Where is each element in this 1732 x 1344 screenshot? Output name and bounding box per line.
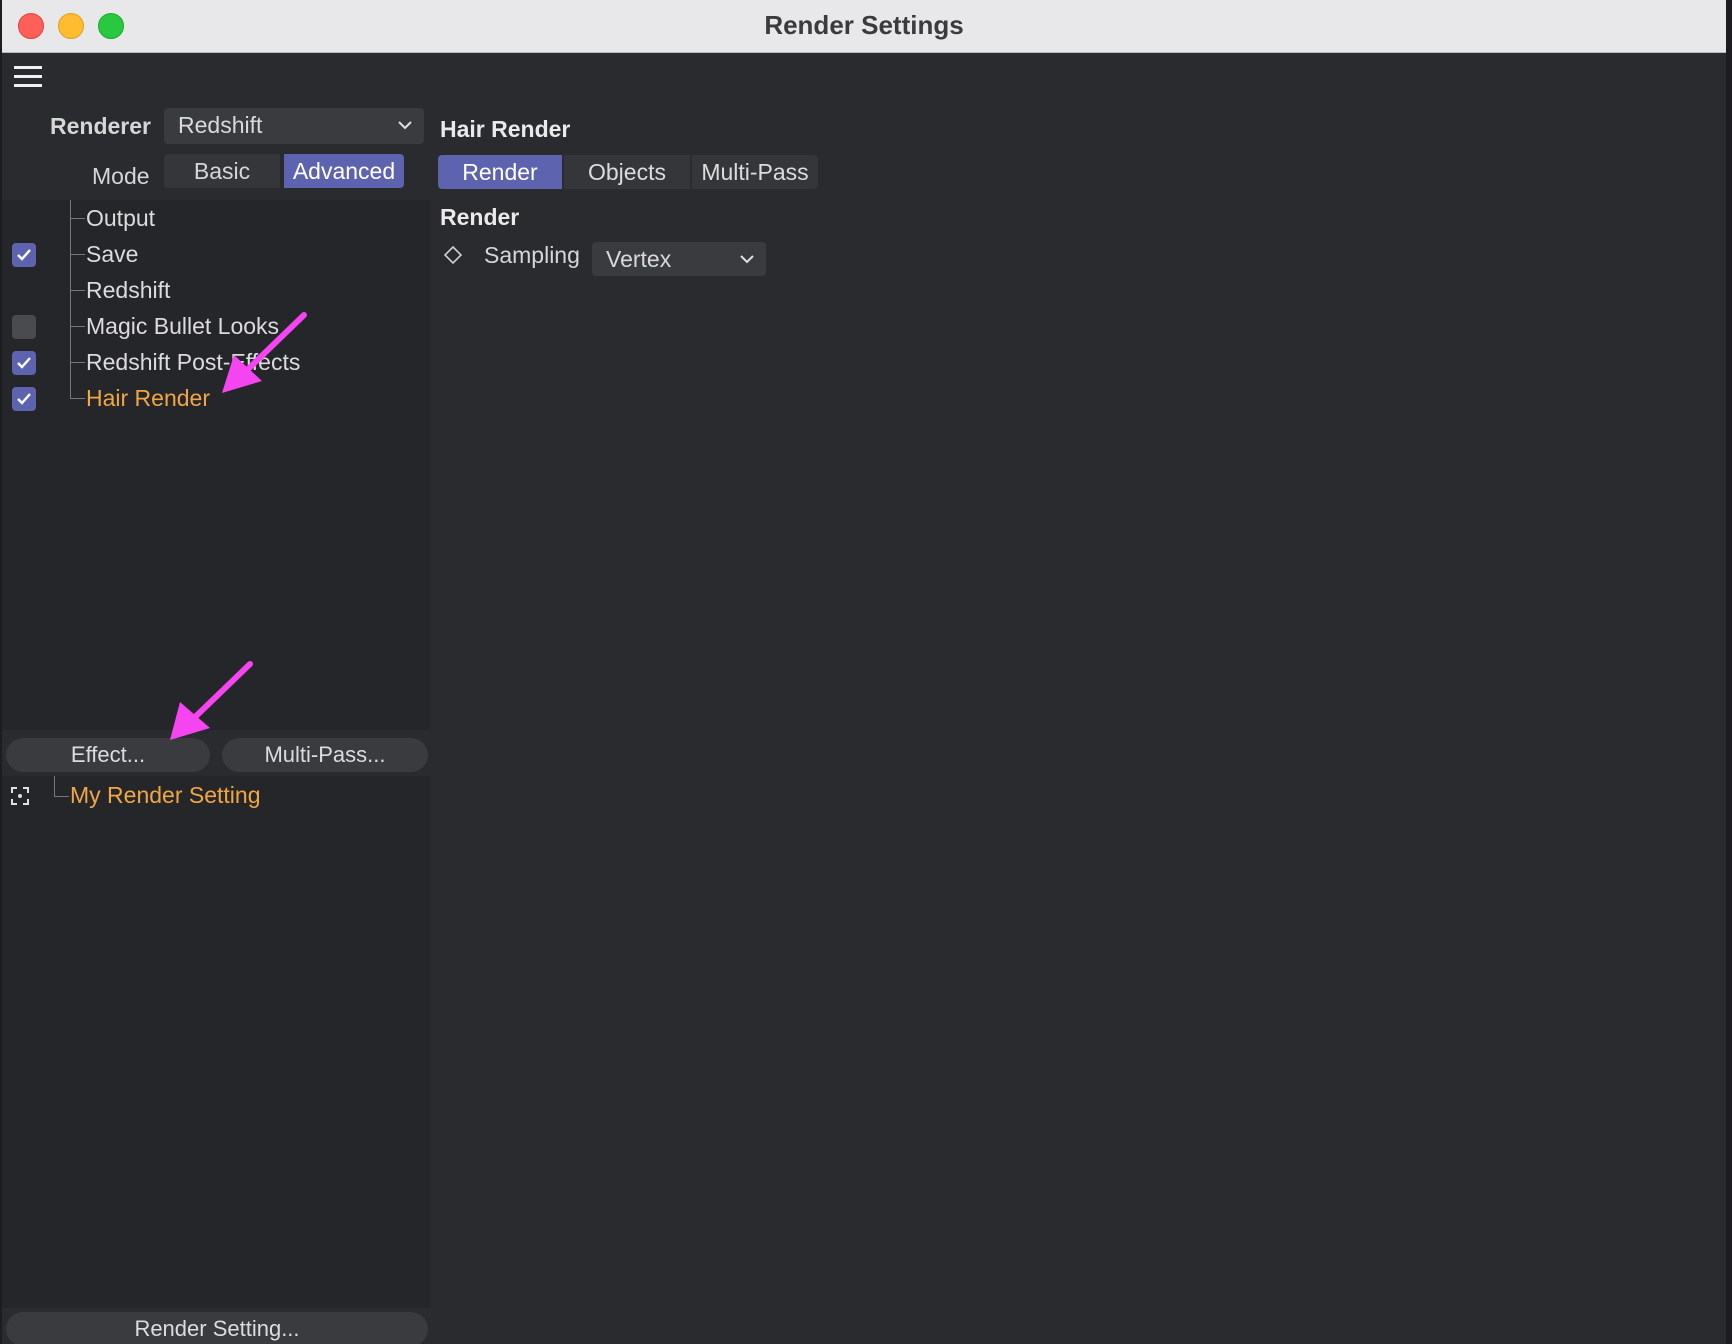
render-settings-list: My Render Setting <box>2 776 430 1308</box>
sampling-dropdown[interactable]: Vertex <box>592 242 766 276</box>
renderer-label: Renderer <box>50 113 151 139</box>
chevron-down-icon <box>398 121 412 130</box>
focus-frame-icon[interactable] <box>10 786 30 806</box>
tree-item-label: Save <box>86 241 139 267</box>
tab-multi-pass[interactable]: Multi-Pass <box>692 155 818 189</box>
sampling-value: Vertex <box>606 246 672 272</box>
check-icon <box>17 357 31 369</box>
mode-label: Mode <box>92 163 150 189</box>
effects-tree: Output Save Redshift Magic Bullet Looks <box>2 200 430 730</box>
tree-item-label: Hair Render <box>86 385 210 411</box>
tree-item-save[interactable]: Save <box>2 236 430 272</box>
chevron-down-icon <box>740 255 754 264</box>
render-setting-button[interactable]: Render Setting... <box>6 1312 428 1344</box>
tree-branch <box>70 200 85 219</box>
section-title: Hair Render <box>440 116 571 142</box>
save-checkbox[interactable] <box>12 243 36 267</box>
hamburger-menu-icon[interactable] <box>14 66 42 88</box>
mode-basic-button[interactable]: Basic <box>164 154 280 188</box>
check-icon <box>17 393 31 405</box>
title-bar: Render Settings <box>2 0 1726 53</box>
tab-render[interactable]: Render <box>438 155 562 189</box>
mode-advanced-button[interactable]: Advanced <box>284 154 404 188</box>
tree-branch <box>70 308 85 327</box>
window-title: Render Settings <box>764 10 964 40</box>
check-icon <box>17 249 31 261</box>
tree-branch <box>70 272 85 291</box>
tree-branch <box>70 380 85 399</box>
tree-branch <box>70 344 85 363</box>
group-title: Render <box>440 204 520 230</box>
tree-item-label: Redshift <box>86 277 171 303</box>
annotation-arrow-icon <box>222 312 307 393</box>
keyframe-diamond-icon[interactable] <box>444 246 462 264</box>
tab-objects[interactable]: Objects <box>564 155 690 189</box>
magic-bullet-looks-checkbox[interactable] <box>12 315 36 339</box>
redshift-post-effects-checkbox[interactable] <box>12 351 36 375</box>
tree-item-output[interactable]: Output <box>2 200 430 236</box>
sampling-label: Sampling <box>484 242 580 268</box>
renderer-value: Redshift <box>178 112 263 138</box>
tree-item-label: Output <box>86 205 156 231</box>
right-panel: Hair Render Render Objects Multi-Pass Re… <box>430 100 1726 1344</box>
annotation-arrow-icon <box>170 661 253 740</box>
tree-item-redshift[interactable]: Redshift <box>2 272 430 308</box>
render-setting-item[interactable]: My Render Setting <box>70 782 260 809</box>
tree-branch <box>54 776 69 797</box>
tree-branch <box>70 236 85 255</box>
hair-render-checkbox[interactable] <box>12 387 36 411</box>
renderer-dropdown[interactable]: Redshift <box>164 108 424 144</box>
render-settings-window: Render Settings Renderer Redshift Mode B… <box>2 0 1726 1344</box>
